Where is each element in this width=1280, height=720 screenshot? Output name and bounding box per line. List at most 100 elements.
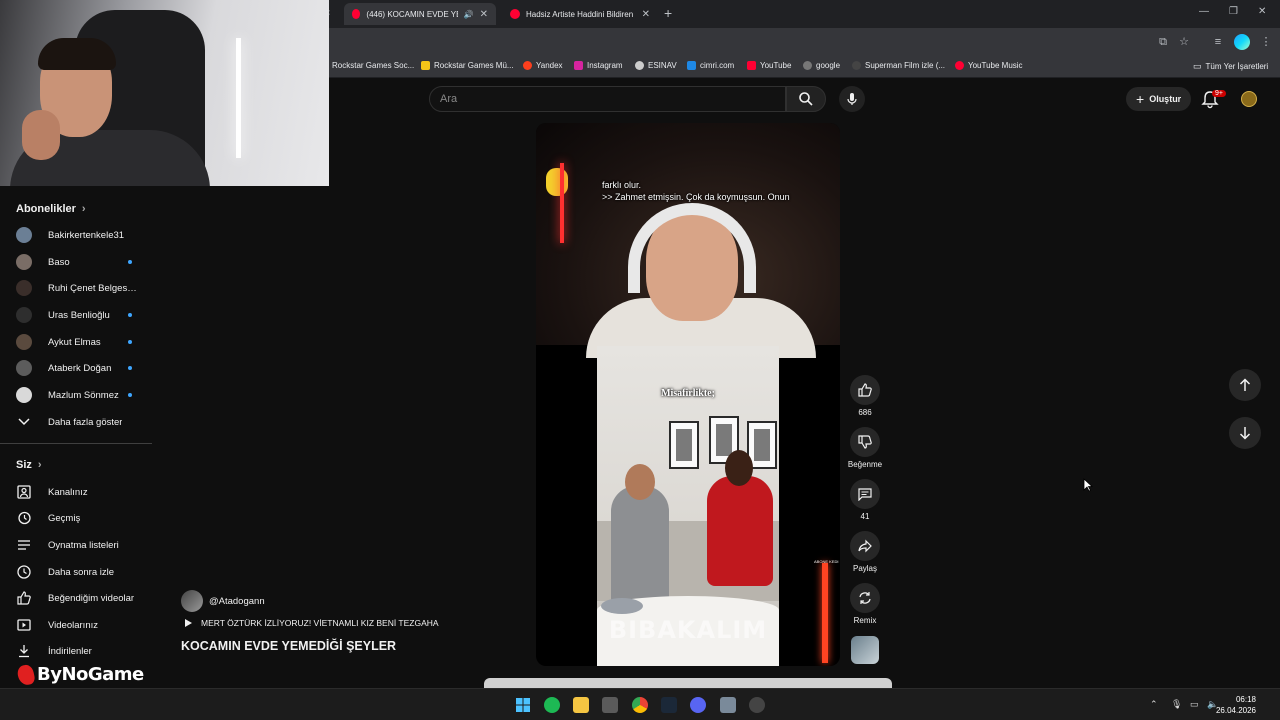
bookmark-yandex[interactable]: Yandex bbox=[523, 61, 563, 70]
folder-icon: ▭ bbox=[1193, 61, 1202, 71]
youtube-favicon-icon bbox=[510, 9, 520, 19]
sidebar-item-playlists[interactable]: Oynatma listeleri bbox=[16, 535, 154, 555]
thumbs-down-icon bbox=[850, 427, 880, 457]
all-bookmarks[interactable]: ▭ Tüm Yer İşaretleri bbox=[1193, 61, 1268, 72]
tab-active[interactable]: (446) KOCAMIN EVDE YEM... 🔊 ✕ bbox=[344, 3, 496, 25]
sidebar-item-history[interactable]: Geçmiş bbox=[16, 508, 154, 528]
sidebar-subscription[interactable]: Baso bbox=[16, 252, 154, 272]
bookmark-label: Instagram bbox=[587, 61, 623, 70]
bookmark-cimri[interactable]: cimri.com bbox=[687, 61, 734, 70]
chrome-icon[interactable] bbox=[632, 697, 648, 713]
sidebar-subscription[interactable]: Bakirkertenkele31 bbox=[16, 225, 154, 245]
liked-icon bbox=[16, 590, 32, 606]
channel-info[interactable]: @Atadogann bbox=[181, 590, 265, 612]
like-button[interactable]: 686 bbox=[848, 375, 882, 417]
streamer-hair bbox=[38, 38, 116, 70]
menu-kebab-icon[interactable]: ⋮ bbox=[1258, 34, 1274, 50]
system-clock[interactable]: 06:18 26.04.2026 bbox=[1216, 694, 1256, 716]
share-button[interactable]: Paylaş bbox=[848, 531, 882, 573]
sidebar-item-your-videos[interactable]: Videolarınız bbox=[16, 615, 154, 635]
channel-avatar bbox=[16, 387, 32, 403]
steam-icon[interactable] bbox=[661, 697, 677, 713]
close-window-icon[interactable]: ✕ bbox=[1258, 6, 1266, 17]
sidebar-item-watch-later[interactable]: Daha sonra izle bbox=[16, 562, 154, 582]
remix-button[interactable]: Remix bbox=[848, 583, 882, 625]
bookmark-instagram[interactable]: Instagram bbox=[574, 61, 623, 70]
short-video-player[interactable]: farklı olur. >> Zahmet etmişsin. Çok da … bbox=[536, 123, 840, 666]
bookmark-esinav[interactable]: ESINAV bbox=[635, 61, 677, 70]
youtube-icon bbox=[747, 61, 756, 70]
subscriptions-header[interactable]: Abonelikler › bbox=[16, 203, 86, 215]
you-header[interactable]: Siz › bbox=[16, 459, 42, 471]
sidebar-subscription[interactable]: Mazlum Sönmez bbox=[16, 385, 154, 405]
profile-icon[interactable] bbox=[1234, 34, 1250, 50]
search-input[interactable]: Ara bbox=[429, 86, 786, 112]
sidebar-subscription[interactable]: Ataberk Doğan bbox=[16, 358, 154, 378]
related-video-link[interactable]: MERT ÖZTÜRK İZLİYORUZ! VİETNAMLI KIZ BEN… bbox=[184, 618, 439, 628]
history-icon bbox=[16, 510, 32, 526]
video-top-panel: farklı olur. >> Zahmet etmişsin. Çok da … bbox=[536, 123, 840, 358]
close-tab-icon[interactable]: ✕ bbox=[642, 9, 650, 20]
restore-icon[interactable]: ❐ bbox=[1229, 6, 1238, 17]
bookmark-google[interactable]: google bbox=[803, 61, 840, 70]
video-bottom-panel: Misafirlikte; BIBAKALIM bbox=[597, 346, 779, 666]
create-button[interactable]: + Oluştur bbox=[1126, 87, 1192, 111]
tray-chevron-up-icon[interactable]: ⌃ bbox=[1150, 699, 1158, 710]
voice-search-button[interactable] bbox=[839, 86, 865, 112]
dislike-button[interactable]: Beğenme bbox=[848, 427, 882, 469]
mouse-cursor-icon bbox=[1083, 478, 1093, 492]
store-icon[interactable] bbox=[602, 697, 618, 713]
comment-count: 41 bbox=[860, 512, 870, 521]
windows-start-icon[interactable] bbox=[515, 697, 531, 713]
yandex-icon bbox=[523, 61, 532, 70]
bookmark-youtube[interactable]: YouTube bbox=[747, 61, 791, 70]
comments-button[interactable]: 41 bbox=[848, 479, 882, 521]
new-content-dot bbox=[128, 366, 132, 370]
microphone-tray-icon[interactable]: 🎙 bbox=[1171, 699, 1182, 710]
subscription-name: Baso bbox=[48, 256, 70, 268]
settings-icon[interactable] bbox=[749, 697, 765, 713]
channel-avatar bbox=[181, 590, 203, 612]
sidebar-item-liked[interactable]: Beğendiğim videolar bbox=[16, 588, 154, 608]
sidebar-subscription[interactable]: Ruhi Çenet Belgesel... bbox=[16, 278, 154, 298]
sidebar-item-label: Videolarınız bbox=[48, 619, 98, 631]
bookmark-youtube-music[interactable]: YouTube Music bbox=[955, 61, 1023, 70]
minimize-icon[interactable]: — bbox=[1199, 6, 1209, 17]
tab-inactive[interactable]: Hadsiz Artiste Haddini Bildiren ✕ bbox=[502, 3, 658, 25]
discord-icon[interactable] bbox=[690, 697, 706, 713]
install-app-icon[interactable]: ⧉ bbox=[1155, 34, 1171, 50]
sidebar-item-channel[interactable]: Kanalınız bbox=[16, 482, 154, 502]
sidebar-subscription[interactable]: Uras Benlioğlu bbox=[16, 305, 154, 325]
speaker-icon[interactable]: 🔊 bbox=[464, 10, 474, 19]
bookmark-rockstar-music[interactable]: Rockstar Games Mü... bbox=[421, 61, 514, 70]
file-explorer-icon[interactable] bbox=[573, 697, 589, 713]
sidebar-subscription[interactable]: Aykut Elmas bbox=[16, 332, 154, 352]
bookmark-star-icon[interactable]: ☆ bbox=[1176, 34, 1192, 50]
audio-thumbnail[interactable] bbox=[851, 636, 879, 664]
bookmark-label: Yandex bbox=[536, 61, 563, 70]
channel-icon bbox=[16, 484, 32, 500]
show-more-button[interactable]: Daha fazla göster bbox=[16, 412, 154, 432]
clock-date: 26.04.2026 bbox=[1215, 706, 1256, 715]
new-tab-icon[interactable]: + bbox=[664, 5, 672, 21]
tab-title: Hadsiz Artiste Haddini Bildiren bbox=[526, 9, 634, 19]
bookmark-superman[interactable]: Superman Film izle (... bbox=[852, 61, 945, 70]
next-short-button[interactable] bbox=[1229, 417, 1261, 449]
close-tab-icon[interactable]: ✕ bbox=[480, 9, 488, 20]
spotify-icon[interactable] bbox=[544, 697, 560, 713]
app-icon[interactable] bbox=[720, 697, 736, 713]
search-button[interactable] bbox=[786, 86, 826, 112]
previous-short-button[interactable] bbox=[1229, 369, 1261, 401]
bookmark-rockstar-social[interactable]: Rockstar Games Soc... bbox=[332, 61, 414, 70]
instagram-icon bbox=[574, 61, 583, 70]
bookmark-label: cimri.com bbox=[700, 61, 735, 70]
microphone-icon bbox=[847, 93, 857, 105]
network-icon[interactable]: ▭ bbox=[1190, 699, 1199, 710]
tab-title: (446) KOCAMIN EVDE YEM... bbox=[366, 9, 457, 19]
watermark-text: ByNoGame bbox=[37, 664, 144, 685]
globe-icon bbox=[803, 61, 812, 70]
media-control-icon[interactable]: ≡ bbox=[1210, 34, 1226, 50]
account-avatar[interactable] bbox=[1241, 91, 1257, 107]
streamer-hand bbox=[22, 110, 60, 160]
sidebar-item-downloads[interactable]: İndirilenler bbox=[16, 641, 154, 661]
